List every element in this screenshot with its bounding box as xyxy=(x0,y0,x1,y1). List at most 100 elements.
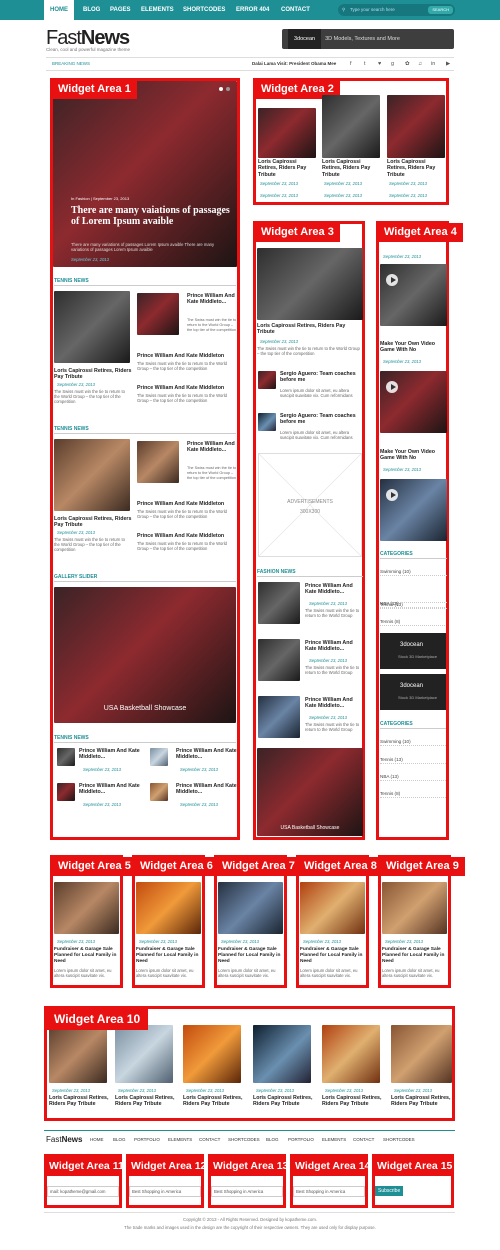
footer-email-field[interactable]: mail: kopatheme@gmail.com xyxy=(47,1186,119,1197)
nav-pages[interactable]: PAGES xyxy=(110,0,131,20)
footer-shop-field-2[interactable]: Best Shopping in America xyxy=(211,1186,283,1197)
tennis-big-title[interactable]: Loris Capirossi Retires, Riders Pay Trib… xyxy=(54,368,134,381)
w10-image-4[interactable] xyxy=(253,1025,311,1083)
w4-ad-2[interactable]: 3docean Stock 3D Marketplace xyxy=(380,674,446,710)
fashion-thumb-3[interactable] xyxy=(258,696,300,738)
facebook-icon[interactable]: f xyxy=(350,59,352,69)
breaking-news-headline[interactable]: Dalai Lama Visit: President Obama Mee xyxy=(252,59,336,69)
tennis-item-title-3[interactable]: Prince William And Kate Middleton xyxy=(137,385,237,391)
fashion-title-1[interactable]: Prince William And Kate Middleto... xyxy=(305,583,363,596)
tennis-item-title-5[interactable]: Prince William And Kate Middleton xyxy=(137,501,237,507)
gallery-slider-image[interactable] xyxy=(54,587,236,723)
w2-title-3[interactable]: Loris Capirossi Retires, Riders Pay Trib… xyxy=(387,159,445,178)
footer-nav-shortcodes-2[interactable]: SHORTCODES xyxy=(383,1135,415,1145)
w3-sergio-title-1[interactable]: Sergio Aguero: Team coaches before me xyxy=(280,371,364,384)
w10-title-2[interactable]: Loris Capirossi Retires, Riders Pay Trib… xyxy=(115,1095,175,1108)
footer-nav-home[interactable]: HOME xyxy=(90,1135,104,1145)
w10-title-1[interactable]: Loris Capirossi Retires, Riders Pay Trib… xyxy=(49,1095,109,1108)
w3-sergio-title-2[interactable]: Sergio Aguero: Team coaches before me xyxy=(280,413,364,426)
tennis-thumb-2[interactable] xyxy=(137,441,179,483)
nav-contact[interactable]: CONTACT xyxy=(281,0,310,20)
tennis-big-image-2[interactable] xyxy=(54,439,130,511)
w10-image-5[interactable] xyxy=(322,1025,380,1083)
nav-shortcodes[interactable]: SHORTCODES xyxy=(183,0,225,20)
w4-ad-1[interactable]: 3docean Stock 3D Marketplace xyxy=(380,633,446,669)
footer-nav-elements[interactable]: ELEMENTS xyxy=(168,1135,192,1145)
w10-image-6[interactable] xyxy=(391,1025,452,1083)
featured-slide-image[interactable] xyxy=(53,81,237,267)
w3-thumb-2[interactable] xyxy=(258,413,276,431)
music-icon[interactable]: ♫ xyxy=(418,59,422,69)
footer-nav-portfolio-2[interactable]: PORTFOLIO xyxy=(288,1135,314,1145)
w4-video-title-2[interactable]: Make Your Own Video Game With No xyxy=(380,449,447,462)
twitter-icon[interactable]: t xyxy=(364,59,366,69)
w10-image-1[interactable] xyxy=(49,1025,107,1083)
w8-title[interactable]: Fundraiser & Garage Sale Planned for Loc… xyxy=(300,947,366,964)
nav-home[interactable]: HOME xyxy=(44,0,74,20)
search-button[interactable]: SEARCH xyxy=(428,6,453,14)
category-swimming-2[interactable]: Swimming (10) xyxy=(380,738,446,746)
w2-title-1[interactable]: Loris Capirossi Retires, Riders Pay Trib… xyxy=(258,159,316,178)
w9-title[interactable]: Fundraiser & Garage Sale Planned for Loc… xyxy=(382,947,448,964)
w9-image[interactable] xyxy=(382,882,447,934)
w4-video-title-1[interactable]: Make Your Own Video Game With No xyxy=(380,341,447,354)
nav-elements[interactable]: ELEMENTS xyxy=(141,0,174,20)
footer-nav-blog[interactable]: BLOG xyxy=(113,1135,126,1145)
slide-dot[interactable] xyxy=(226,87,230,91)
advertisement-box[interactable]: ADVERTISEMENTS 300X300 xyxy=(258,453,362,557)
w10-title-3[interactable]: Loris Capirossi Retires, Riders Pay Trib… xyxy=(183,1095,243,1108)
w10-image-3[interactable] xyxy=(183,1025,241,1083)
nav-error-404[interactable]: ERROR 404 xyxy=(236,0,269,20)
w6-image[interactable] xyxy=(136,882,201,934)
w3-feature-image[interactable] xyxy=(257,248,363,320)
nav-blog[interactable]: BLOG xyxy=(83,0,100,20)
tennis-small-title-2[interactable]: Prince William And Kate Middleto... xyxy=(176,748,238,761)
w2-thumb-2[interactable] xyxy=(322,95,380,158)
tennis-thumb-1[interactable] xyxy=(137,293,179,335)
w3-caption-image[interactable] xyxy=(257,748,363,836)
w4-video-3[interactable] xyxy=(380,479,447,541)
w7-title[interactable]: Fundraiser & Garage Sale Planned for Loc… xyxy=(218,947,284,964)
tennis-big-image[interactable] xyxy=(54,291,130,363)
slide-dot-active[interactable] xyxy=(219,87,223,91)
category-tennis-8[interactable]: Tennis (8) xyxy=(380,618,445,626)
play-icon[interactable] xyxy=(386,381,398,393)
tennis-small-thumb-2[interactable] xyxy=(150,748,168,766)
w5-title[interactable]: Fundraiser & Garage Sale Planned for Loc… xyxy=(54,947,120,964)
footer-nav-portfolio[interactable]: PORTFOLIO xyxy=(134,1135,160,1145)
w5-image[interactable] xyxy=(54,882,119,934)
w2-thumb-1[interactable] xyxy=(258,108,316,158)
fashion-title-2[interactable]: Prince William And Kate Middleto... xyxy=(305,640,363,653)
category-nba-2[interactable]: NBA (13) xyxy=(380,773,446,781)
w8-image[interactable] xyxy=(300,882,365,934)
w4-video-2[interactable] xyxy=(380,371,447,433)
footer-nav-contact[interactable]: CONTACT xyxy=(199,1135,220,1145)
tennis-small-title-3[interactable]: Prince William And Kate Middleto... xyxy=(79,783,145,796)
tennis-item-title-1[interactable]: Prince William And Kate Middleto... xyxy=(187,293,237,306)
w2-thumb-3[interactable] xyxy=(387,95,445,158)
w6-title[interactable]: Fundraiser & Garage Sale Planned for Loc… xyxy=(136,947,202,964)
footer-nav-shortcodes[interactable]: SHORTCODES xyxy=(228,1135,260,1145)
w4-video-1[interactable] xyxy=(380,264,447,326)
footer-nav-elements-2[interactable]: ELEMENTS xyxy=(322,1135,346,1145)
google-icon[interactable]: g xyxy=(391,59,394,69)
footer-nav-contact-2[interactable]: CONTACT xyxy=(353,1135,374,1145)
w2-title-2[interactable]: Loris Capirossi Retires, Riders Pay Trib… xyxy=(322,159,380,178)
w10-title-6[interactable]: Loris Capirossi Retires, Riders Pay Trib… xyxy=(391,1095,451,1108)
w3-thumb-1[interactable] xyxy=(258,371,276,389)
header-banner-ad[interactable]: 3docean 3D Models, Textures and More xyxy=(282,29,454,49)
slide-title[interactable]: There are many vaiations of passages of … xyxy=(71,205,231,227)
flickr-icon[interactable]: ✿ xyxy=(405,59,410,69)
play-icon[interactable] xyxy=(386,489,398,501)
tennis-item-title-4[interactable]: Prince William And Kate Middleto... xyxy=(187,441,237,454)
tennis-small-title-1[interactable]: Prince William And Kate Middleto... xyxy=(79,748,145,761)
heart-icon[interactable]: ♥ xyxy=(378,59,381,69)
tennis-item-title-6[interactable]: Prince William And Kate Middleton xyxy=(137,533,237,539)
category-swimming[interactable]: Swimming (10) xyxy=(380,568,447,576)
tennis-big-title-2[interactable]: Loris Capirossi Retires, Riders Pay Trib… xyxy=(54,516,134,529)
tennis-small-thumb-3[interactable] xyxy=(57,783,75,801)
footer-logo[interactable]: FastNews xyxy=(46,1135,82,1144)
w10-title-4[interactable]: Loris Capirossi Retires, Riders Pay Trib… xyxy=(253,1095,313,1108)
tennis-small-thumb-4[interactable] xyxy=(150,783,168,801)
linkedin-icon[interactable]: in xyxy=(431,59,435,69)
